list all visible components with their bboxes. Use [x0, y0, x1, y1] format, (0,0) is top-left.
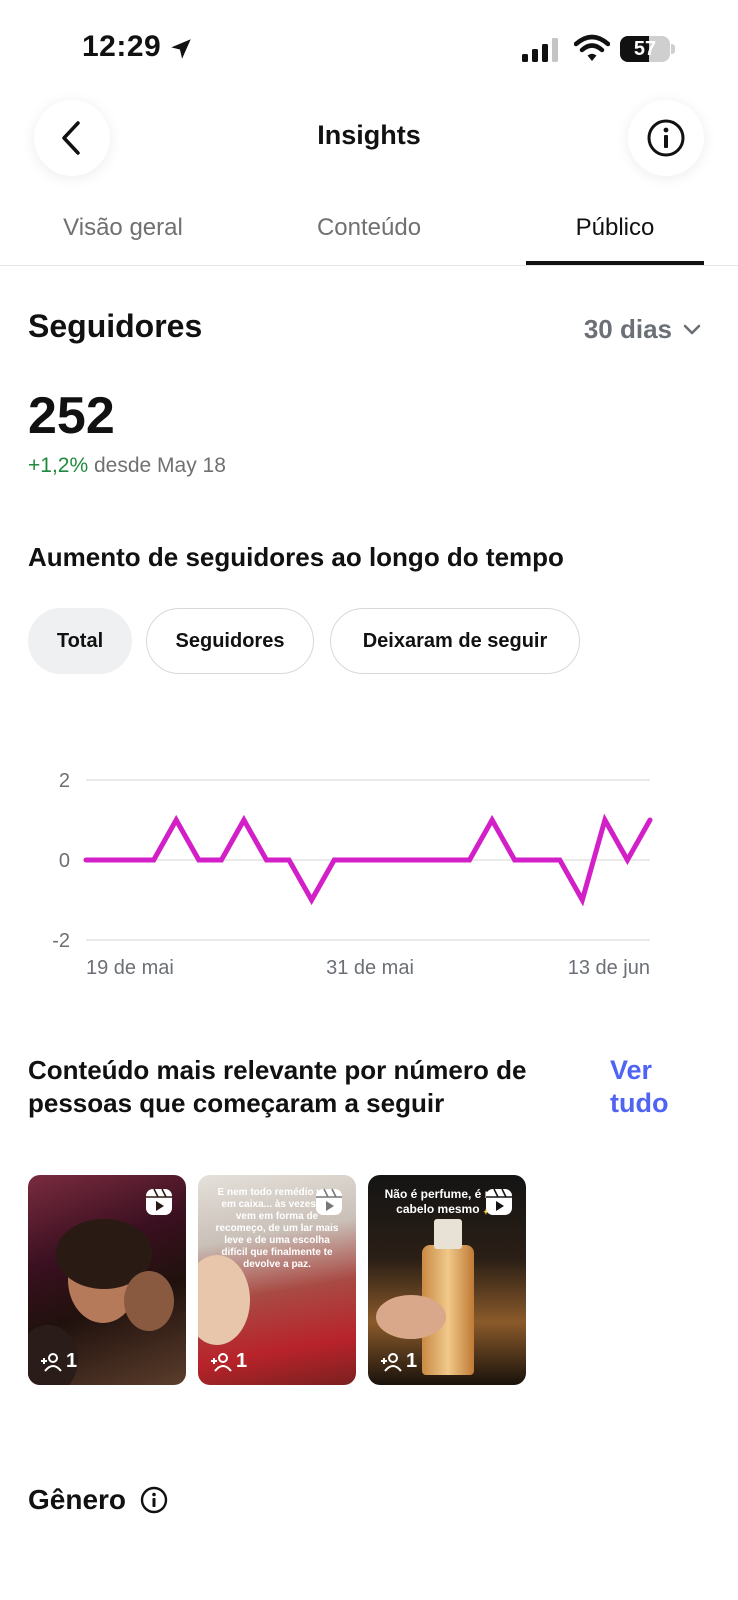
reels-icon	[146, 1188, 172, 1215]
new-followers-value: 1	[236, 1350, 248, 1372]
y-tick-label: 0	[59, 850, 70, 872]
content-thumbnail[interactable]: Não é perfume, é meu cabelo mesmo ✨ 1	[368, 1175, 526, 1385]
x-tick-label: 13 de jun	[568, 957, 650, 979]
active-tab-indicator	[526, 261, 704, 265]
filter-total-button[interactable]: Total	[28, 608, 132, 674]
new-followers-value: 1	[406, 1350, 418, 1372]
followers-count: 252	[28, 387, 115, 445]
chevron-down-icon	[683, 324, 701, 334]
cellular-signal-icon	[522, 38, 558, 62]
header: Insights	[0, 100, 738, 180]
battery-indicator: 57	[620, 36, 675, 62]
y-tick-label: -2	[52, 930, 70, 952]
info-icon[interactable]	[140, 1486, 168, 1514]
reels-icon	[486, 1188, 512, 1215]
gender-section-title: Gênero	[28, 1484, 168, 1516]
tab-bar: Visão geral Conteúdo Público	[0, 200, 738, 266]
content-thumbnail[interactable]: 1	[28, 1175, 186, 1385]
gender-title-label: Gênero	[28, 1484, 127, 1515]
see-all-link[interactable]: Ver tudo	[610, 1054, 710, 1120]
battery-percent: 57	[633, 38, 657, 60]
change-percent: +1,2%	[28, 454, 89, 477]
tab-overview[interactable]: Visão geral	[0, 214, 246, 242]
status-time: 12:29	[82, 30, 162, 63]
content-thumbnail[interactable]: E nem todo remédio vem em caixa... às ve…	[198, 1175, 356, 1385]
wifi-icon	[574, 34, 610, 61]
followers-title: Seguidores	[28, 308, 203, 344]
x-tick-label: 31 de mai	[326, 957, 414, 979]
new-followers-count: 1	[380, 1350, 417, 1373]
tab-content[interactable]: Conteúdo	[246, 214, 492, 242]
new-followers-value: 1	[66, 1350, 78, 1372]
period-dropdown[interactable]: 30 dias	[584, 314, 702, 345]
filter-followers-button[interactable]: Seguidores	[146, 608, 314, 674]
period-label: 30 dias	[583, 314, 672, 344]
add-person-icon	[211, 1352, 232, 1372]
growth-line-chart: 2 0 -2 19 de mai 31 de mai 13 de jun	[52, 770, 653, 979]
info-icon	[647, 119, 685, 157]
reels-icon	[316, 1188, 342, 1215]
status-bar: 12:29 57	[0, 0, 738, 100]
x-tick-label: 19 de mai	[86, 957, 174, 979]
info-button[interactable]	[628, 100, 704, 176]
tab-audience[interactable]: Público	[492, 214, 738, 242]
add-person-icon	[41, 1352, 62, 1372]
new-followers-count: 1	[40, 1350, 77, 1373]
add-person-icon	[381, 1352, 402, 1372]
change-since: desde May 18	[93, 454, 226, 477]
location-arrow-icon	[171, 39, 191, 59]
new-followers-count: 1	[210, 1350, 247, 1373]
y-tick-label: 2	[59, 770, 70, 792]
top-content-title: Conteúdo mais relevante por número de pe…	[28, 1055, 527, 1118]
followers-change: +1,2% desde May 18	[28, 454, 226, 478]
growth-chart-title: Aumento de seguidores ao longo do tempo	[28, 542, 564, 572]
filter-unfollowed-button[interactable]: Deixaram de seguir	[330, 608, 580, 674]
